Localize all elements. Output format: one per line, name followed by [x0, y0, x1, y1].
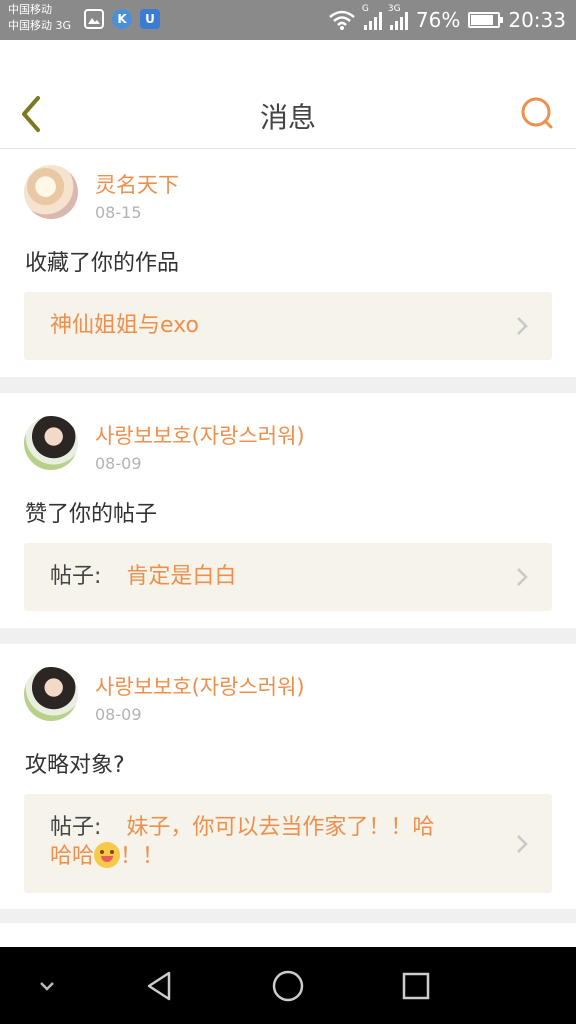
message-card-1: 灵名天下 08-15 收藏了你的作品 神仙姐姐与exo — [0, 149, 576, 377]
post-title: 肯定是白白 — [126, 564, 237, 589]
home-circle-icon[interactable] — [271, 969, 305, 1003]
network-type-1: G — [361, 4, 369, 14]
chevron-right-icon — [517, 568, 528, 586]
signal-icon-1: G — [362, 4, 382, 30]
k-app-icon: K — [112, 9, 132, 29]
work-title: 神仙姐姐与exo — [50, 313, 199, 338]
divider — [0, 628, 576, 644]
network-type-2: 3G — [387, 4, 401, 14]
wifi-icon — [329, 10, 355, 30]
message-card-2: 사랑보보호(자랑스러워) 08-09 赞了你的帖子 帖子: 肯定是白白 — [0, 393, 576, 628]
divider — [0, 909, 576, 923]
timestamp: 08-15 — [95, 203, 142, 222]
referenced-work[interactable]: 神仙姐姐与exo — [24, 292, 552, 360]
recent-apps-square-icon[interactable] — [399, 969, 433, 1003]
username[interactable]: 灵名天下 — [95, 169, 179, 199]
username[interactable]: 사랑보보호(자랑스러워) — [95, 671, 305, 701]
referenced-post[interactable]: 帖子: 肯定是白白 — [24, 543, 552, 611]
signal-icon-2: 3G — [388, 4, 408, 30]
post-title-line-1: 妹子，你可以去当作家了！！哈 — [126, 815, 435, 840]
avatar[interactable] — [24, 416, 78, 470]
avatar[interactable] — [24, 165, 78, 219]
post-reference: 帖子: 妹子，你可以去当作家了！！哈 哈哈 ！！ — [50, 814, 492, 871]
referenced-post[interactable]: 帖子: 妹子，你可以去当作家了！！哈 哈哈 ！！ — [24, 794, 552, 893]
clock: 20:33 — [508, 8, 566, 32]
post-label: 帖子: — [50, 564, 102, 589]
search-icon[interactable] — [520, 96, 554, 130]
timestamp: 08-09 — [95, 454, 142, 473]
message-text: 攻略对象? — [25, 753, 125, 778]
carrier-2: 中国移动 3G — [8, 19, 72, 32]
username[interactable]: 사랑보보호(자랑스러워) — [95, 420, 305, 450]
message-text: 赞了你的帖子 — [25, 502, 158, 527]
page-title: 消息 — [259, 101, 316, 134]
navigation-bar — [0, 947, 576, 1024]
battery-icon — [468, 12, 504, 28]
chevron-right-icon — [517, 835, 528, 853]
message-card-partial — [0, 923, 576, 947]
carrier-info: 中国移动 中国移动 3G — [8, 2, 71, 34]
carrier-1: 中国移动 — [8, 3, 52, 16]
post-title-line-3: ！！ — [120, 844, 165, 869]
post-title-line-2: 哈哈 — [50, 844, 95, 869]
status-bar: 中国移动 中国移动 3G K U G 3G 76% 20:33 — [0, 0, 576, 40]
post-reference: 帖子: 肯定是白白 — [50, 563, 492, 591]
avatar[interactable] — [24, 667, 78, 721]
header: 消息 — [0, 40, 576, 149]
timestamp: 08-09 — [95, 705, 142, 724]
u-app-icon: U — [140, 9, 160, 29]
chevron-right-icon — [517, 317, 528, 335]
divider — [0, 377, 576, 393]
post-label: 帖子: — [50, 815, 102, 840]
message-text: 收藏了你的作品 — [25, 251, 180, 276]
back-triangle-icon[interactable] — [143, 969, 177, 1003]
chevron-down-icon[interactable] — [30, 969, 64, 1003]
smile-emoji-icon — [94, 842, 121, 868]
battery-percent: 76% — [415, 8, 461, 32]
message-card-3: 사랑보보호(자랑스러워) 08-09 攻略对象? 帖子: 妹子，你可以去当作家了… — [0, 644, 576, 909]
image-icon — [84, 9, 104, 29]
